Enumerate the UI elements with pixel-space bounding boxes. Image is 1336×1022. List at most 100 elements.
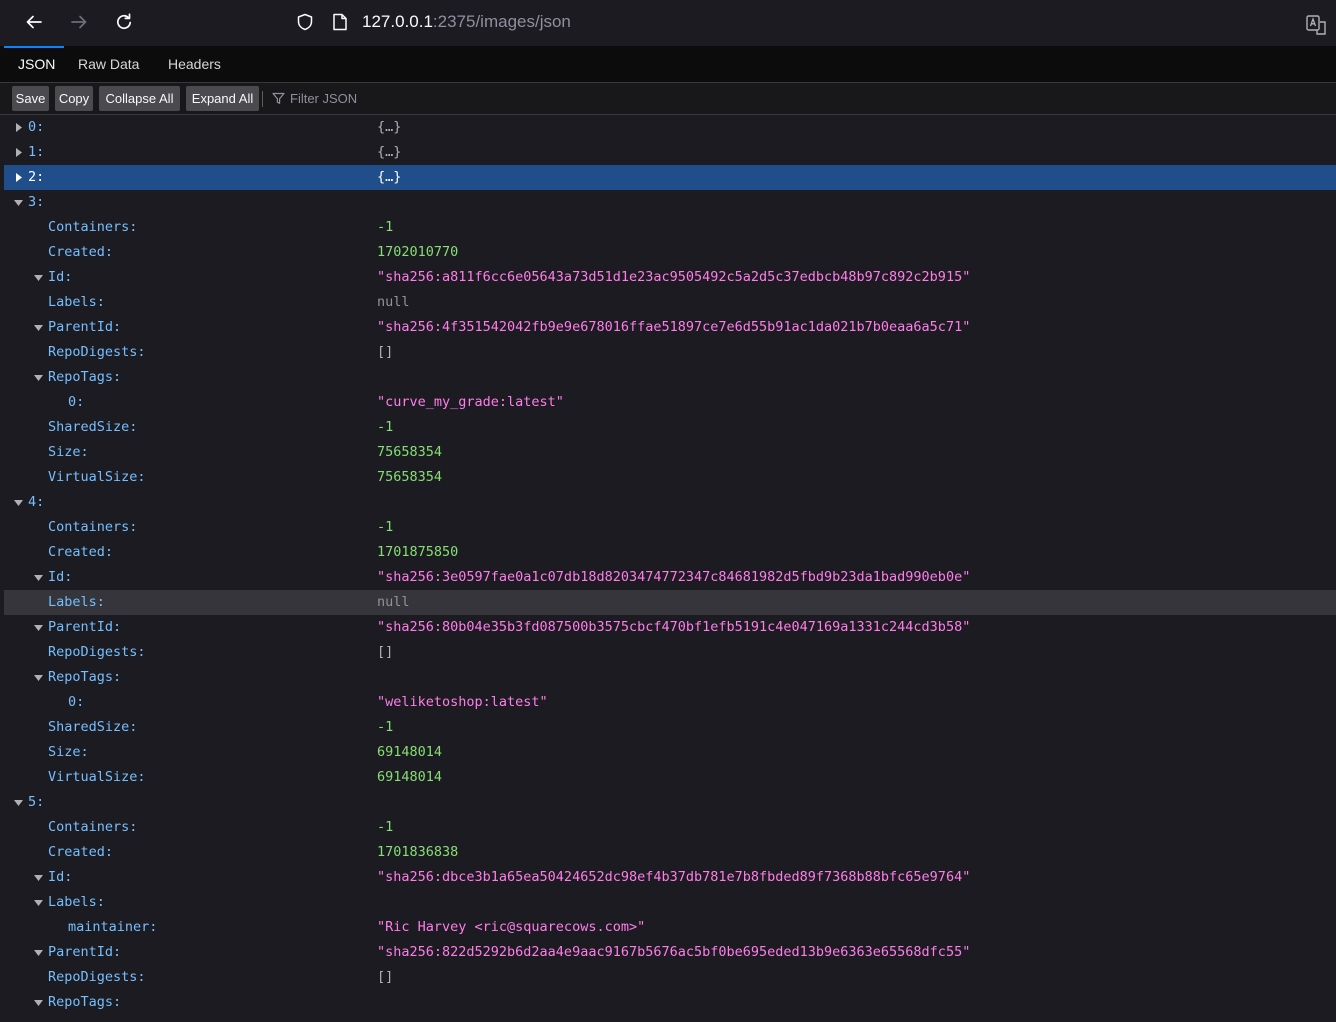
json-key: ParentId: bbox=[48, 944, 122, 960]
caret-down-icon[interactable] bbox=[34, 573, 43, 582]
caret-down-icon[interactable] bbox=[34, 998, 43, 1007]
reload-button[interactable] bbox=[108, 6, 140, 38]
json-row[interactable]: 0: "weliketoshop:latest" bbox=[4, 690, 1336, 715]
caret-down-icon[interactable] bbox=[34, 373, 43, 382]
json-row[interactable]: 0: {…} bbox=[4, 115, 1336, 140]
filter-placeholder: Filter JSON bbox=[290, 91, 358, 106]
json-row[interactable]: Created: 1702010770 bbox=[4, 240, 1336, 265]
json-row[interactable]: Size: 69148014 bbox=[4, 740, 1336, 765]
forward-button[interactable] bbox=[63, 6, 95, 38]
json-row[interactable]: ParentId: "sha256:4f351542042fb9e9e678016… bbox=[4, 315, 1336, 340]
json-row[interactable]: Id: "sha256:a811f6cc6e05643a73d51d1e23ac9… bbox=[4, 265, 1336, 290]
caret-right-icon[interactable] bbox=[14, 173, 23, 182]
json-row[interactable]: RepoDigests: [] bbox=[4, 640, 1336, 665]
json-row[interactable]: Containers: -1 bbox=[4, 815, 1336, 840]
json-row[interactable]: VirtualSize: 75658354 bbox=[4, 465, 1336, 490]
json-value: "sha256:80b04e35b3fd087500b3575cbcf470bf… bbox=[377, 619, 971, 635]
json-row[interactable]: Id: "sha256:3e0597fae0a1c07db18d820347477… bbox=[4, 565, 1336, 590]
json-row[interactable]: Id: "sha256:dbce3b1a65ea50424652dc98ef4b3… bbox=[4, 865, 1336, 890]
json-row[interactable]: RepoDigests: [] bbox=[4, 340, 1336, 365]
caret-down-icon[interactable] bbox=[14, 198, 23, 207]
json-row[interactable]: VirtualSize: 69148014 bbox=[4, 765, 1336, 790]
json-row[interactable]: ParentId: "sha256:822d5292b6d2aa4e9aac916… bbox=[4, 940, 1336, 965]
json-row[interactable]: Containers: -1 bbox=[4, 515, 1336, 540]
json-key: ParentId: bbox=[48, 319, 122, 335]
json-key: Labels: bbox=[48, 594, 105, 610]
caret-down-icon[interactable] bbox=[34, 948, 43, 957]
caret-down-icon[interactable] bbox=[34, 673, 43, 682]
json-key: 3: bbox=[28, 194, 45, 210]
json-key: RepoTags: bbox=[48, 994, 122, 1010]
json-row[interactable]: 0: "curve_my_grade:latest" bbox=[4, 390, 1336, 415]
json-row[interactable]: ParentId: "sha256:80b04e35b3fd087500b3575… bbox=[4, 615, 1336, 640]
page-icon[interactable] bbox=[332, 13, 348, 31]
json-value: "curve_my_grade:latest" bbox=[377, 394, 564, 410]
json-value: "sha256:4f351542042fb9e9e678016ffae51897… bbox=[377, 319, 971, 335]
json-row[interactable]: Labels: bbox=[4, 890, 1336, 915]
json-value: "sha256:822d5292b6d2aa4e9aac9167b5676ac5… bbox=[377, 944, 971, 960]
json-row[interactable]: Containers: -1 bbox=[4, 215, 1336, 240]
json-value: [] bbox=[377, 969, 394, 985]
caret-down-icon[interactable] bbox=[14, 798, 23, 807]
url-path: :2375/images/json bbox=[432, 12, 571, 31]
json-row[interactable]: Created: 1701836838 bbox=[4, 840, 1336, 865]
json-key: RepoDigests: bbox=[48, 969, 146, 985]
json-value: -1 bbox=[377, 519, 394, 535]
back-button[interactable] bbox=[18, 6, 50, 38]
tab-json[interactable]: JSON bbox=[18, 46, 55, 82]
json-key: VirtualSize: bbox=[48, 769, 146, 785]
json-tree: 0: {…} 1: {…} 2: {…} 3: Containers: -1 Created: 17… bbox=[0, 115, 1336, 1022]
json-row[interactable]: Labels: null bbox=[4, 590, 1336, 615]
translate-icon[interactable] bbox=[1306, 14, 1326, 36]
json-row[interactable]: RepoTags: bbox=[4, 665, 1336, 690]
url-text[interactable]: 127.0.0.1:2375/images/json bbox=[362, 12, 571, 32]
json-toolbar: Save Copy Collapse All Expand All Filter… bbox=[0, 83, 1336, 115]
json-value: 1701875850 bbox=[377, 544, 459, 560]
caret-down-icon[interactable] bbox=[34, 323, 43, 332]
json-row[interactable]: maintainer: "Ric Harvey <ric@squarecows.c… bbox=[4, 915, 1336, 940]
json-row[interactable]: SharedSize: -1 bbox=[4, 415, 1336, 440]
caret-down-icon[interactable] bbox=[34, 623, 43, 632]
json-row[interactable]: 1: {…} bbox=[4, 140, 1336, 165]
json-value: 69148014 bbox=[377, 769, 443, 785]
json-key: Labels: bbox=[48, 294, 105, 310]
json-row[interactable]: 2: {…} bbox=[4, 165, 1336, 190]
json-value: null bbox=[377, 594, 410, 610]
url-bar[interactable]: 127.0.0.1:2375/images/json bbox=[286, 4, 1326, 40]
json-value: -1 bbox=[377, 219, 394, 235]
caret-down-icon[interactable] bbox=[34, 273, 43, 282]
json-key: RepoTags: bbox=[48, 369, 122, 385]
json-row[interactable]: Size: 75658354 bbox=[4, 440, 1336, 465]
json-value: "sha256:3e0597fae0a1c07db18d820347477234… bbox=[377, 569, 971, 585]
caret-down-icon[interactable] bbox=[14, 498, 23, 507]
arrow-left-icon bbox=[26, 15, 42, 29]
json-row[interactable]: 3: bbox=[4, 190, 1336, 215]
json-key: Created: bbox=[48, 844, 114, 860]
collapse-all-button[interactable]: Collapse All bbox=[99, 86, 180, 111]
json-row[interactable]: 5: bbox=[4, 790, 1336, 815]
shield-icon[interactable] bbox=[296, 13, 314, 31]
json-value: "sha256:dbce3b1a65ea50424652dc98ef4b37db… bbox=[377, 869, 971, 885]
toolbar-divider bbox=[262, 91, 263, 107]
json-row[interactable]: Labels: null bbox=[4, 290, 1336, 315]
expand-all-button[interactable]: Expand All bbox=[186, 86, 259, 111]
tab-raw-data[interactable]: Raw Data bbox=[78, 46, 139, 82]
json-row[interactable]: SharedSize: -1 bbox=[4, 715, 1336, 740]
caret-right-icon[interactable] bbox=[14, 123, 23, 132]
caret-right-icon[interactable] bbox=[14, 148, 23, 157]
json-value: -1 bbox=[377, 719, 394, 735]
url-host: 127.0.0.1 bbox=[362, 12, 433, 31]
caret-down-icon[interactable] bbox=[34, 898, 43, 907]
json-key: 4: bbox=[28, 494, 45, 510]
json-row[interactable]: 4: bbox=[4, 490, 1336, 515]
caret-down-icon[interactable] bbox=[34, 873, 43, 882]
json-row[interactable]: Created: 1701875850 bbox=[4, 540, 1336, 565]
json-row[interactable]: RepoTags: bbox=[4, 365, 1336, 390]
json-row[interactable]: RepoTags: bbox=[4, 990, 1336, 1015]
tab-headers[interactable]: Headers bbox=[168, 46, 221, 82]
copy-button[interactable]: Copy bbox=[55, 86, 93, 111]
save-button[interactable]: Save bbox=[12, 86, 49, 111]
filter-icon bbox=[272, 92, 285, 104]
json-key: Id: bbox=[48, 569, 73, 585]
json-row[interactable]: RepoDigests: [] bbox=[4, 965, 1336, 990]
